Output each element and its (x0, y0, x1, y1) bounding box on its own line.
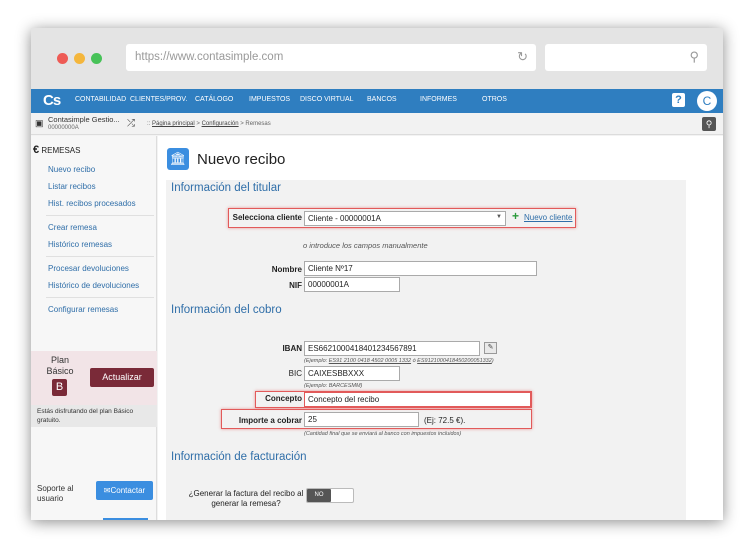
maximize-window-button[interactable] (91, 53, 102, 64)
nav-item-otros[interactable]: OTROS (482, 96, 507, 103)
nif-label: NIF (289, 281, 302, 290)
briefcase-icon: ▣ (35, 118, 44, 128)
concept-label: Concepto (265, 394, 302, 403)
url-text: https://www.contasimple.com (135, 51, 284, 63)
search-icon: ⚲ (689, 49, 699, 64)
sidebar: € REMESAS Nuevo recibo Listar recibos Hi… (31, 136, 157, 520)
client-select-label: Selecciona cliente (232, 213, 302, 222)
iban-example-spaced: ES91 2100 0418 4502 0005 1332 (328, 358, 412, 364)
address-bar[interactable]: https://www.contasimple.com ↻ (126, 44, 536, 71)
iban-label: IBAN (282, 344, 302, 353)
amount-label: Importe a cobrar (238, 416, 302, 425)
close-window-button[interactable] (57, 53, 68, 64)
bic-input[interactable]: CAIXESBBXXX (304, 366, 400, 381)
sidebar-item-nuevo-recibo[interactable]: Nuevo recibo (48, 165, 95, 174)
browser-search-input[interactable]: ⚲ (545, 44, 707, 71)
manual-fields-hint: o introduce los campos manualmente (303, 241, 428, 250)
bank-lookup-icon[interactable]: ✎ (484, 342, 497, 354)
bic-label: BIC (288, 369, 302, 378)
page-title: Nuevo recibo (197, 151, 286, 168)
sidebar-section-title: € REMESAS (33, 144, 80, 156)
sidebar-bottom-button[interactable] (103, 518, 148, 520)
sidebar-divider (46, 215, 154, 216)
bank-icon: 🏛 (167, 148, 189, 170)
company-name[interactable]: Contasimple Gestio... (48, 115, 120, 124)
breadcrumb-config-link[interactable]: Configuración (202, 121, 239, 127)
sidebar-divider (46, 256, 154, 257)
iban-hint: (Ejemplo: ES91 2100 0418 4502 0005 1332 … (304, 358, 494, 364)
support-label: Soporte al usuario (37, 484, 74, 503)
minimize-window-button[interactable] (74, 53, 85, 64)
sidebar-item-historico-remesas[interactable]: Histórico remesas (48, 240, 112, 249)
iban-hint-prefix: (Ejemplo: (304, 358, 329, 364)
nav-item-informes[interactable]: INFORMES (420, 96, 457, 103)
name-input[interactable]: Cliente Nº17 (304, 261, 537, 276)
new-client-link[interactable]: Nuevo cliente (524, 213, 572, 222)
plan-message: Estás disfrutando del plan Básico gratui… (31, 405, 157, 427)
nav-item-impuestos[interactable]: IMPUESTOS (249, 96, 290, 103)
concept-input[interactable]: Concepto del recibo (304, 392, 531, 407)
reload-icon[interactable]: ↻ (517, 49, 528, 65)
iban-input[interactable]: ES6621000418401234567891 (304, 341, 480, 356)
switch-company-icon[interactable]: ⤮ (127, 118, 135, 129)
company-bar: ▣ Contasimple Gestio... 00000000A ⤮ :: P… (31, 113, 723, 135)
main-content: 🏛 Nuevo recibo Información del titular S… (158, 136, 723, 520)
generate-invoice-question: ¿Generar la factura del recibo al genera… (188, 489, 304, 508)
contasimple-logo[interactable]: Cs (43, 92, 61, 109)
nif-input[interactable]: 00000001A (304, 277, 400, 292)
sidebar-item-procesar-devoluciones[interactable]: Procesar devoluciones (48, 264, 129, 273)
nav-item-bancos[interactable]: BANCOS (367, 96, 397, 103)
euro-icon: € (33, 144, 40, 156)
facturacion-section-heading: Información de facturación (171, 451, 307, 463)
breadcrumb-current: > Remesas (238, 121, 271, 127)
sidebar-item-hist-recibos[interactable]: Hist. recibos procesados (48, 199, 136, 208)
chevron-down-icon: ▼ (496, 214, 502, 220)
user-avatar[interactable]: C (697, 91, 717, 111)
plan-label: Plan Básico (46, 355, 74, 376)
amount-input[interactable]: 25 (304, 412, 419, 427)
search-icon[interactable]: ⚲ (702, 117, 716, 131)
titular-section-heading: Información del titular (171, 182, 281, 194)
generate-invoice-toggle[interactable]: NO (306, 488, 354, 503)
receipt-form: Información del titular Selecciona clien… (166, 180, 686, 520)
help-icon[interactable]: ? (672, 93, 685, 107)
bic-hint: (Ejemplo: BARCESMM) (304, 383, 363, 389)
sidebar-item-crear-remesa[interactable]: Crear remesa (48, 223, 97, 232)
contact-button[interactable]: ✉Contactar (96, 481, 153, 500)
contact-button-label: Contactar (110, 486, 146, 495)
toggle-no-label: NO (307, 489, 331, 502)
client-select-value: Cliente - 00000001A (308, 214, 381, 223)
nav-item-contabilidad[interactable]: CONTABILIDAD (75, 96, 126, 103)
amount-example: (Ej: 72.5 €). (424, 416, 466, 425)
plan-badge: B (52, 379, 67, 396)
breadcrumb-separator: > (194, 121, 202, 127)
breadcrumb: :: Página principal > Configuración > Re… (147, 121, 271, 127)
plan-box: Plan Básico B Actualizar Estás disfrutan… (31, 351, 157, 427)
top-navigation: Cs CONTABILIDAD CLIENTES/PROV. CATÁLOGO … (31, 89, 723, 113)
upgrade-button[interactable]: Actualizar (90, 368, 154, 387)
name-label: Nombre (271, 265, 302, 274)
browser-chrome: https://www.contasimple.com ↻ ⚲ (31, 28, 723, 89)
cobro-section-heading: Información del cobro (171, 304, 282, 316)
iban-hint-suffix: ) (491, 358, 494, 364)
nav-item-disco-virtual[interactable]: DISCO VIRTUAL (300, 96, 354, 103)
company-nif: 00000000A (48, 125, 79, 131)
sidebar-item-configurar-remesas[interactable]: Configurar remesas (48, 305, 118, 314)
sidebar-divider (46, 297, 154, 298)
browser-window: https://www.contasimple.com ↻ ⚲ Cs CONTA… (31, 28, 723, 520)
nav-item-catalogo[interactable]: CATÁLOGO (195, 96, 233, 103)
add-icon[interactable]: + (512, 209, 519, 223)
sidebar-item-listar-recibos[interactable]: Listar recibos (48, 182, 96, 191)
sidebar-section-label: REMESAS (41, 146, 81, 155)
sidebar-item-historico-devoluciones[interactable]: Histórico de devoluciones (48, 281, 139, 290)
mail-icon: ✉ (103, 486, 111, 495)
amount-hint: (Cantidad final que se enviará al banco … (304, 431, 462, 437)
iban-example-compact: ES9121000418450200051332 (417, 358, 492, 364)
nav-item-clientes[interactable]: CLIENTES/PROV. (130, 96, 187, 103)
breadcrumb-home-link[interactable]: Página principal (152, 121, 195, 127)
client-select[interactable]: Cliente - 00000001A ▼ (304, 211, 506, 226)
